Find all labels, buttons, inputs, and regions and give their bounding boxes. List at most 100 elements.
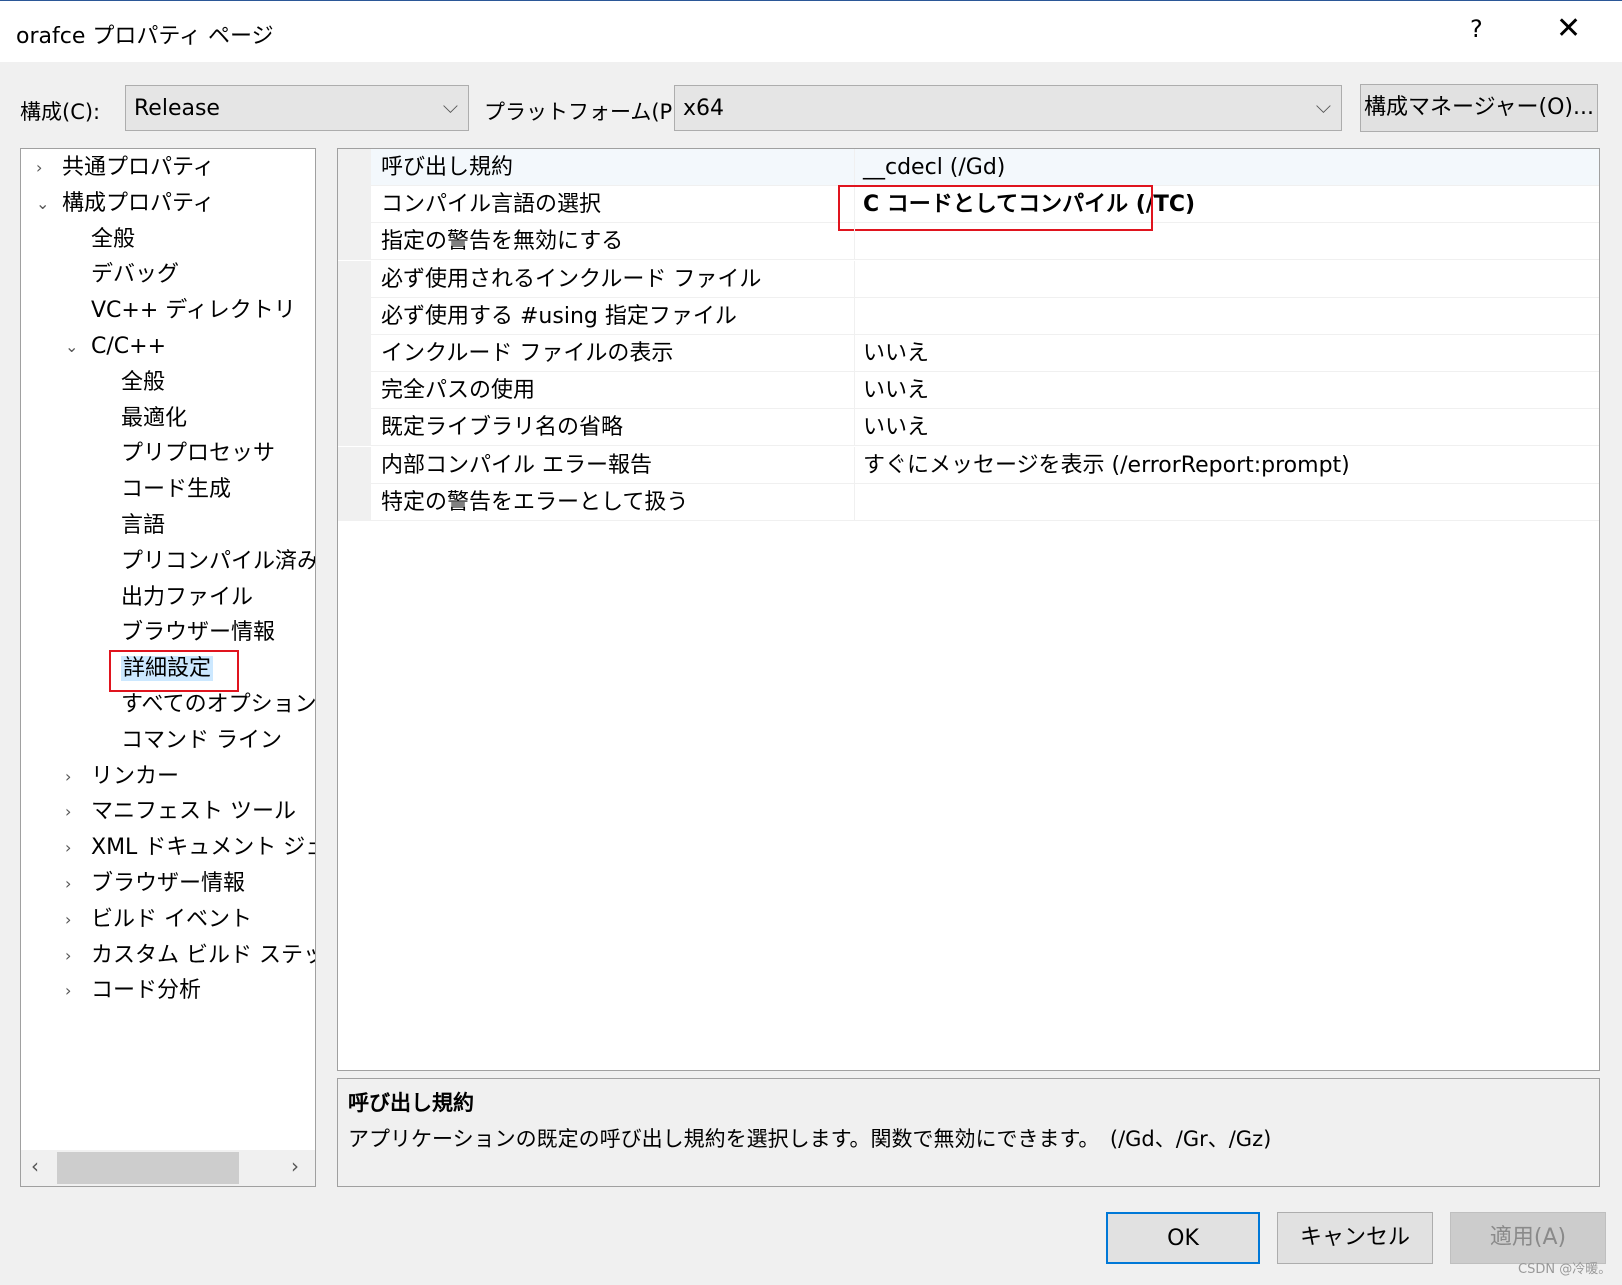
- tree-item[interactable]: › XML ドキュメント ジェネレーター: [65, 831, 315, 865]
- apply-button[interactable]: 適用(A): [1450, 1212, 1606, 1264]
- tree-item[interactable]: コマンド ライン: [121, 724, 282, 758]
- tree-item[interactable]: › ビルド イベント: [65, 903, 252, 937]
- tree-item-label: マニフェスト ツール: [91, 799, 296, 825]
- close-button[interactable]: ✕: [1556, 11, 1581, 46]
- tree-item[interactable]: › リンカー: [65, 760, 180, 794]
- platform-select[interactable]: x64 ⌵: [674, 85, 1342, 131]
- property-tree: › 共通プロパティ ⌄ 構成プロパティ 全般 デバッグ VC++ ディレクトリ ⌄ C/C++ 全…: [20, 148, 316, 1187]
- property-row[interactable]: 特定の警告をエラーとして扱う: [338, 483, 1599, 521]
- tree-item-label: デバッグ: [91, 262, 180, 288]
- property-row[interactable]: 呼び出し規約 __cdecl (/Gd): [338, 149, 1599, 186]
- chevron-down-icon: ⌵: [442, 94, 458, 118]
- property-row[interactable]: 必ず使用されるインクルード ファイル: [338, 260, 1599, 298]
- property-row[interactable]: 必ず使用する #using 指定ファイル: [338, 297, 1599, 335]
- property-value[interactable]: [854, 223, 863, 261]
- scroll-right-icon[interactable]: ›: [291, 1154, 299, 1178]
- tree-item[interactable]: プリコンパイル済みヘッダー: [121, 545, 316, 579]
- property-value[interactable]: [854, 260, 863, 298]
- tree-item-label: コード生成: [121, 477, 232, 503]
- tree-item-label: プリプロセッサ: [121, 441, 276, 467]
- highlight-box: [109, 650, 239, 693]
- row-gutter: [338, 186, 371, 224]
- tree-item[interactable]: 言語: [121, 509, 165, 543]
- expand-arrow-icon[interactable]: ›: [65, 795, 71, 829]
- tree-item-label: 最適化: [121, 405, 188, 431]
- tree-item-label: ビルド イベント: [91, 906, 252, 932]
- tree-item[interactable]: 全般: [121, 366, 165, 400]
- chevron-down-icon: ⌵: [1315, 94, 1331, 118]
- tree-item-label: 構成プロパティ: [62, 190, 215, 216]
- property-row[interactable]: 完全パスの使用 いいえ: [338, 372, 1599, 410]
- tree-item[interactable]: ブラウザー情報: [121, 616, 275, 650]
- expand-arrow-icon[interactable]: ›: [65, 939, 71, 973]
- property-value[interactable]: いいえ: [854, 409, 929, 447]
- row-gutter: [338, 149, 371, 186]
- tree-item-label: カスタム ビルド ステップ: [91, 942, 315, 968]
- tree-item-label: リンカー: [91, 763, 180, 789]
- tree-item[interactable]: ⌄ C/C++: [65, 330, 166, 364]
- tree-item[interactable]: 全般: [91, 223, 135, 257]
- platform-label: プラットフォーム(P):: [484, 100, 688, 124]
- cancel-button[interactable]: キャンセル: [1277, 1212, 1433, 1264]
- tree-item[interactable]: プリプロセッサ: [121, 437, 275, 471]
- property-name: 呼び出し規約: [381, 155, 514, 180]
- collapse-arrow-icon[interactable]: ⌄: [36, 187, 49, 221]
- tree-item[interactable]: › コード分析: [65, 974, 201, 1008]
- property-name: 特定の警告をエラーとして扱う: [381, 489, 689, 515]
- property-row[interactable]: 既定ライブラリ名の省略 いいえ: [338, 409, 1599, 447]
- tree-item[interactable]: › 共通プロパティ: [36, 151, 215, 185]
- row-gutter: [338, 446, 371, 484]
- config-label: 構成(C):: [20, 100, 101, 124]
- row-gutter: [338, 372, 371, 410]
- property-value[interactable]: [854, 297, 863, 335]
- expand-arrow-icon[interactable]: ›: [65, 831, 71, 865]
- expand-arrow-icon[interactable]: ›: [65, 974, 71, 1008]
- scrollbar-thumb[interactable]: [57, 1152, 239, 1184]
- config-value: Release: [134, 96, 220, 121]
- tree-item[interactable]: 最適化: [121, 402, 187, 436]
- expand-arrow-icon[interactable]: ›: [36, 151, 42, 185]
- tree-item-label: 全般: [121, 369, 166, 395]
- tree-item[interactable]: すべてのオプション: [121, 688, 315, 722]
- property-name: 既定ライブラリ名の省略: [381, 415, 624, 441]
- row-gutter: [338, 335, 371, 372]
- row-gutter: [338, 409, 371, 447]
- property-name: 必ず使用する #using 指定ファイル: [381, 303, 737, 329]
- tree-item[interactable]: VC++ ディレクトリ: [91, 294, 296, 328]
- tree-item[interactable]: › カスタム ビルド ステップ: [65, 939, 315, 973]
- property-name: 必ず使用されるインクルード ファイル: [381, 266, 762, 292]
- scroll-left-icon[interactable]: ‹: [31, 1154, 39, 1178]
- tree-item[interactable]: ⌄ 構成プロパティ: [36, 187, 215, 221]
- tree-item[interactable]: デバッグ: [91, 258, 179, 292]
- tree-item[interactable]: 出力ファイル: [121, 581, 253, 615]
- help-button[interactable]: ?: [1470, 15, 1483, 43]
- tree-item-label: XML ドキュメント ジェネレーター: [91, 835, 315, 861]
- property-row[interactable]: 内部コンパイル エラー報告 すぐにメッセージを表示 (/errorReport:p…: [338, 446, 1599, 484]
- expand-arrow-icon[interactable]: ›: [65, 867, 71, 901]
- watermark: CSDN @冷暖。: [1518, 1262, 1612, 1277]
- config-select[interactable]: Release ⌵: [125, 85, 469, 131]
- expand-arrow-icon[interactable]: ›: [65, 760, 71, 794]
- horizontal-scrollbar[interactable]: ‹ ›: [21, 1150, 315, 1186]
- config-manager-button[interactable]: 構成マネージャー(O)...: [1360, 84, 1598, 132]
- property-name: 内部コンパイル エラー報告: [381, 452, 652, 478]
- property-row[interactable]: インクルード ファイルの表示 いいえ: [338, 335, 1599, 372]
- property-value[interactable]: __cdecl (/Gd): [854, 149, 1005, 186]
- collapse-arrow-icon[interactable]: ⌄: [65, 330, 78, 364]
- tree-item[interactable]: › マニフェスト ツール: [65, 795, 296, 829]
- tree-item-label: プリコンパイル済みヘッダー: [121, 548, 316, 574]
- tree-item[interactable]: コード生成: [121, 473, 231, 507]
- property-value[interactable]: いいえ: [854, 372, 929, 410]
- property-value[interactable]: いいえ: [854, 335, 929, 372]
- expand-arrow-icon[interactable]: ›: [65, 903, 71, 937]
- ok-button[interactable]: OK: [1106, 1212, 1260, 1264]
- tree-item-label: ブラウザー情報: [121, 620, 276, 646]
- property-value[interactable]: [854, 483, 863, 521]
- tree-item-label: VC++ ディレクトリ: [91, 298, 296, 324]
- tree-item[interactable]: › ブラウザー情報: [65, 867, 245, 901]
- description-title: 呼び出し規約: [348, 1091, 474, 1115]
- row-gutter: [338, 260, 371, 298]
- property-row[interactable]: 指定の警告を無効にする: [338, 223, 1599, 261]
- property-value[interactable]: すぐにメッセージを表示 (/errorReport:prompt): [854, 446, 1350, 484]
- platform-value: x64: [683, 96, 725, 121]
